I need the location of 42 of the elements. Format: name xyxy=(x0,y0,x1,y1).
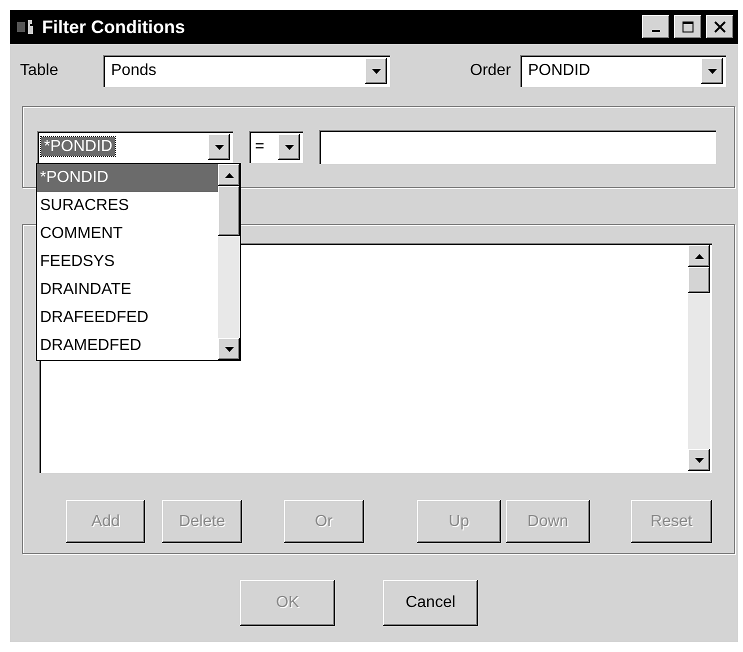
scroll-thumb[interactable] xyxy=(218,186,240,236)
caret-icon xyxy=(372,68,380,74)
order-label: Order xyxy=(470,62,512,80)
dropdown-option[interactable]: FEEDSYS xyxy=(37,248,218,276)
scroll-up-button[interactable] xyxy=(218,164,240,186)
dropdown-option[interactable]: *PONDID xyxy=(37,164,218,192)
scroll-up-button[interactable] xyxy=(688,245,710,267)
value-field[interactable] xyxy=(319,130,716,164)
dropdown-option[interactable]: SURACRES xyxy=(37,192,218,220)
minimize-button[interactable] xyxy=(642,15,670,39)
window-title: Filter Conditions xyxy=(42,16,186,38)
maximize-icon xyxy=(682,21,694,33)
dropdown-option[interactable]: DRAMEDFED xyxy=(37,332,218,360)
dropdown-button[interactable] xyxy=(701,58,723,84)
caret-icon xyxy=(694,254,704,258)
scroll-thumb[interactable] xyxy=(688,267,710,293)
dropdown-button[interactable] xyxy=(208,134,230,160)
caret-icon xyxy=(284,144,294,150)
scrollbar[interactable] xyxy=(218,164,240,360)
dialog-button[interactable]: Cancel xyxy=(383,580,478,626)
caret-icon xyxy=(224,346,234,352)
close-button[interactable] xyxy=(706,15,734,39)
table-label: Table xyxy=(20,62,60,80)
dropdown-button[interactable] xyxy=(365,58,387,84)
scroll-down-button[interactable] xyxy=(218,338,240,360)
field-dropdown[interactable]: *PONDID xyxy=(37,131,233,163)
caret-icon xyxy=(224,172,234,178)
close-icon xyxy=(714,21,726,33)
order-dropdown[interactable]: PONDID xyxy=(520,55,726,87)
scroll-down-button[interactable] xyxy=(688,449,710,471)
dropdown-option[interactable]: DRAFEEDFED xyxy=(37,304,218,332)
dropdown-option[interactable]: COMMENT xyxy=(37,220,218,248)
dropdown-button[interactable] xyxy=(278,134,300,160)
caret-icon xyxy=(694,458,704,462)
table-dropdown[interactable]: Ponds xyxy=(103,55,390,87)
scrollbar[interactable] xyxy=(688,245,710,471)
minimize-icon xyxy=(652,30,660,32)
operator-dropdown[interactable]: = xyxy=(249,131,303,163)
caret-icon xyxy=(214,144,224,150)
maximize-button[interactable] xyxy=(674,15,702,39)
dropdown-option[interactable]: DRAINDATE xyxy=(37,276,218,304)
caret-icon xyxy=(708,68,716,74)
